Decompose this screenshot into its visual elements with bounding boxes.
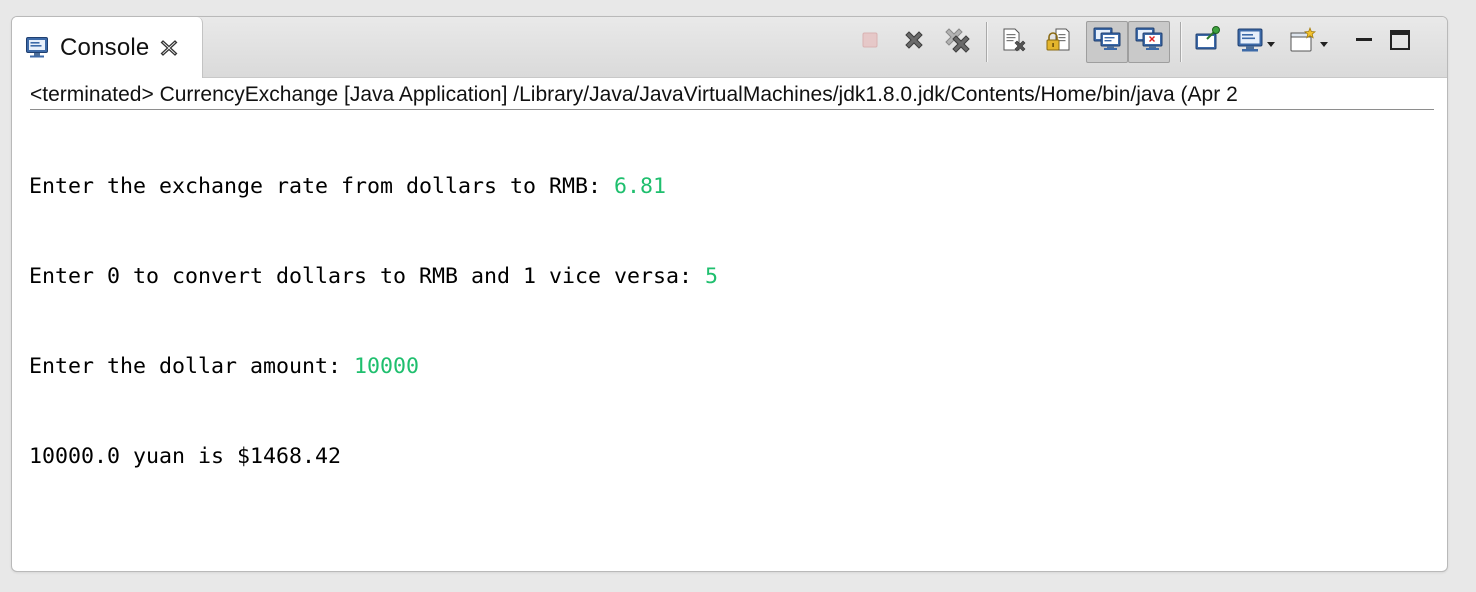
console-monitor-icon [25, 35, 49, 59]
console-user-input: 6.81 [614, 174, 667, 199]
lock-document-icon [1044, 26, 1072, 59]
close-x-icon[interactable] [159, 38, 179, 58]
terminate-button[interactable] [854, 24, 886, 60]
maximize-icon [1388, 28, 1412, 57]
console-prompt-text: Enter the dollar amount: [29, 354, 355, 379]
new-console-icon [1289, 26, 1317, 59]
tab-label: Console [60, 33, 150, 61]
console-toolbar [854, 20, 1414, 64]
monitor-icon [1236, 26, 1264, 59]
remove-all-terminated-button[interactable] [942, 24, 974, 60]
console-output-text: 10000.0 yuan is $1468.42 [29, 444, 342, 469]
console-line: Enter 0 to convert dollars to RMB and 1 … [29, 262, 1429, 292]
view-tab-bar: Console [12, 17, 1447, 78]
console-line: Enter the dollar amount: 10000 [29, 352, 1429, 382]
maximize-button[interactable] [1386, 28, 1414, 56]
show-on-stdout-button[interactable] [1086, 21, 1128, 63]
show-on-stderr-button[interactable] [1128, 21, 1170, 63]
console-line: Enter the exchange rate from dollars to … [29, 172, 1429, 202]
console-user-input: 10000 [354, 354, 420, 379]
clear-document-icon [1000, 26, 1028, 59]
display-selected-console-dropdown[interactable] [1236, 26, 1275, 59]
console-view-panel: Console <terminated> CurrencyExchange [J… [11, 16, 1448, 572]
console-line: 10000.0 yuan is $1468.42 [29, 442, 1429, 472]
double-x-icon [943, 25, 973, 60]
minimize-button[interactable] [1350, 28, 1378, 56]
process-status-label: <terminated> CurrencyExchange [Java Appl… [30, 81, 1434, 110]
remove-launch-button[interactable] [898, 24, 930, 60]
toolbar-separator [1180, 22, 1182, 62]
console-prompt-text: Enter the exchange rate from dollars to … [29, 174, 615, 199]
chevron-down-icon [1320, 41, 1328, 47]
red-square-stop-icon [860, 30, 880, 55]
scroll-lock-button[interactable] [1042, 24, 1074, 60]
console-stderr-icon [1134, 25, 1164, 60]
console-output[interactable]: Enter the exchange rate from dollars to … [29, 112, 1429, 532]
pin-icon [1193, 25, 1223, 60]
console-tab[interactable]: Console [12, 17, 203, 78]
pin-console-button[interactable] [1192, 24, 1224, 60]
console-stdout-icon [1092, 25, 1122, 60]
console-user-input: 5 [705, 264, 719, 289]
toolbar-separator [986, 22, 988, 62]
console-prompt-text: Enter 0 to convert dollars to RMB and 1 … [29, 264, 706, 289]
open-console-dropdown[interactable] [1289, 26, 1328, 59]
minimize-icon [1353, 29, 1375, 56]
chevron-down-icon [1267, 41, 1275, 47]
clear-console-button[interactable] [998, 24, 1030, 60]
x-icon [901, 27, 927, 58]
